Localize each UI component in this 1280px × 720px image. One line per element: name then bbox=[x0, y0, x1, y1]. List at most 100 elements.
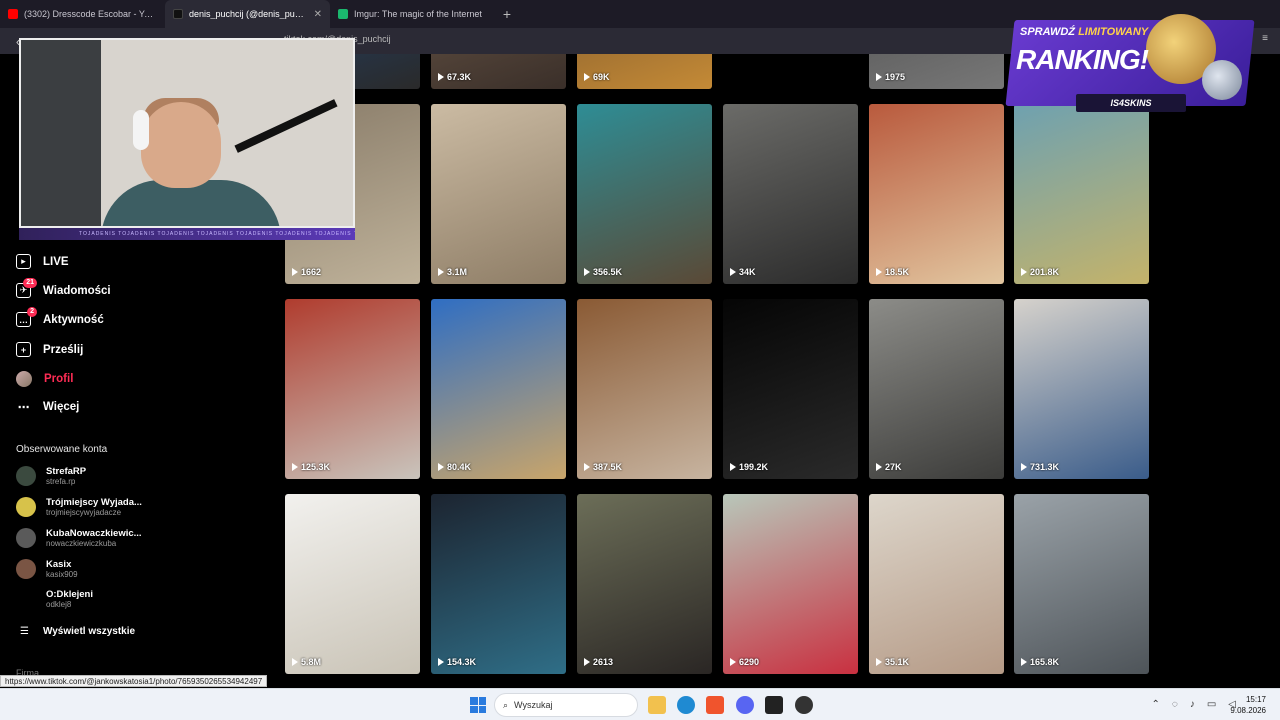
view-count: 27K bbox=[876, 462, 902, 472]
followed-account[interactable]: O:Dklejeni odklej8 bbox=[16, 589, 93, 609]
avatar bbox=[16, 497, 36, 517]
sidebar-item-upload[interactable]: + Prześlij bbox=[16, 342, 83, 357]
play-icon bbox=[438, 463, 444, 471]
sidebar-item-activity[interactable]: … 2 Aktywność bbox=[16, 307, 104, 327]
headphones-icon bbox=[133, 110, 149, 150]
video-tile[interactable]: 1975 bbox=[869, 54, 1004, 89]
display-icon[interactable]: ▭ bbox=[1207, 699, 1216, 710]
windows-start-icon[interactable] bbox=[470, 697, 486, 713]
view-count: 35.1K bbox=[876, 657, 909, 667]
play-icon bbox=[584, 73, 590, 81]
view-count: 387.5K bbox=[584, 462, 622, 472]
activity-icon: … 2 bbox=[16, 307, 37, 327]
video-tile[interactable]: 125.3K bbox=[285, 299, 420, 479]
more-icon: ⋯ bbox=[17, 402, 30, 414]
menu-icon[interactable]: ≡ bbox=[1258, 33, 1272, 47]
sidebar-item-more[interactable]: ⋯ Więcej bbox=[16, 400, 80, 414]
sidebar-item-profile[interactable]: Profil bbox=[16, 371, 73, 387]
mic-icon[interactable]: ♪ bbox=[1190, 699, 1195, 710]
view-count: 6290 bbox=[730, 657, 759, 667]
video-tile[interactable]: 2613 bbox=[577, 494, 712, 674]
sidebar-item-live[interactable]: ▸ LIVE bbox=[16, 254, 69, 269]
ad-line-1: SPRAWDŹ LIMITOWANY bbox=[1020, 26, 1149, 38]
video-tile[interactable]: 154.3K bbox=[431, 494, 566, 674]
followed-account[interactable]: KubaNowaczkiewic... nowaczkiewiczkuba bbox=[16, 528, 142, 548]
view-count-text: 80.4K bbox=[447, 462, 472, 472]
account-handle: kasix909 bbox=[46, 570, 78, 579]
sidebar-item-label: Więcej bbox=[43, 401, 80, 413]
chevron-up-icon[interactable]: ⌃ bbox=[1152, 699, 1160, 710]
followed-account[interactable]: Kasix kasix909 bbox=[16, 559, 78, 579]
sidebar-item-label: LIVE bbox=[43, 255, 69, 268]
view-count: 18.5K bbox=[876, 267, 909, 277]
play-icon bbox=[730, 268, 736, 276]
play-icon bbox=[876, 658, 882, 666]
video-grid: 185.6K67.3K69K197516623.1M356.5K34K18.5K… bbox=[285, 54, 1155, 686]
view-count: 34K bbox=[730, 267, 756, 277]
link-status-url: https://www.tiktok.com/@jankowskatosia1/… bbox=[0, 675, 268, 687]
view-count-text: 165.8K bbox=[1030, 657, 1060, 667]
video-tile[interactable]: 201.8K bbox=[1014, 104, 1149, 284]
video-tile[interactable]: 356.5K bbox=[577, 104, 712, 284]
followed-account[interactable]: Trójmiejscy Wyjada... trojmiejscywyjadacz… bbox=[16, 497, 142, 517]
video-tile[interactable]: 199.2K bbox=[723, 299, 858, 479]
followed-account[interactable]: StrefaRP strefa.rp bbox=[16, 466, 86, 486]
taskbar-search[interactable]: ⌕ Wyszukaj bbox=[494, 693, 638, 717]
tab-imgur[interactable]: Imgur: The magic of the Internet bbox=[330, 0, 495, 28]
account-name: O:Dklejeni bbox=[46, 589, 93, 600]
tab-title: denis_puchcij (@denis_puchcij) | TikTok bbox=[189, 9, 308, 19]
new-tab-button[interactable]: + bbox=[495, 6, 519, 22]
tab-youtube[interactable]: (3302) Dresscode Escobar - YouTube bbox=[0, 0, 165, 28]
account-handle: nowaczkiewiczkuba bbox=[46, 539, 117, 548]
video-tile[interactable]: 5.8M bbox=[285, 494, 420, 674]
messages-icon: ✈ 21 bbox=[16, 278, 37, 298]
play-icon bbox=[292, 658, 298, 666]
view-count: 165.8K bbox=[1021, 657, 1059, 667]
file-explorer-icon[interactable] bbox=[648, 696, 666, 714]
video-tile[interactable]: 34K bbox=[723, 104, 858, 284]
view-count-text: 356.5K bbox=[593, 267, 623, 277]
close-tab-icon[interactable]: ✕ bbox=[314, 9, 322, 20]
video-tile[interactable]: 80.4K bbox=[431, 299, 566, 479]
youtube-icon bbox=[8, 9, 18, 19]
view-count: 356.5K bbox=[584, 267, 622, 277]
view-count: 1662 bbox=[292, 267, 321, 277]
video-tile[interactable]: 35.1K bbox=[869, 494, 1004, 674]
video-tile[interactable]: 18.5K bbox=[869, 104, 1004, 284]
obs-icon[interactable] bbox=[795, 696, 813, 714]
video-tile[interactable]: 6290 bbox=[723, 494, 858, 674]
brave-icon[interactable] bbox=[706, 696, 724, 714]
play-icon bbox=[1021, 658, 1027, 666]
network-icon[interactable]: ◌ bbox=[1172, 699, 1178, 710]
play-icon bbox=[584, 268, 590, 276]
discord-icon[interactable] bbox=[736, 696, 754, 714]
show-all-label: Wyświetl wszystkie bbox=[42, 626, 136, 637]
tab-tiktok[interactable]: denis_puchcij (@denis_puchcij) | TikTok … bbox=[165, 0, 330, 28]
view-count: 154.3K bbox=[438, 657, 476, 667]
streamer-webcam bbox=[19, 38, 355, 228]
video-tile[interactable]: 387.5K bbox=[577, 299, 712, 479]
video-tile[interactable]: 27K bbox=[869, 299, 1004, 479]
video-tile[interactable]: 165.8K bbox=[1014, 494, 1149, 674]
video-tile[interactable]: 67.3K bbox=[431, 54, 566, 89]
play-icon bbox=[584, 463, 590, 471]
webcam-banner: TOJADENIS TOJADENIS TOJADENIS TOJADENIS … bbox=[19, 228, 355, 240]
video-tile[interactable]: 731.3K bbox=[1014, 299, 1149, 479]
sidebar-item-messages[interactable]: ✈ 21 Wiadomości bbox=[16, 278, 111, 298]
show-all-button[interactable]: ☰ Wyświetl wszystkie bbox=[20, 626, 135, 637]
view-count: 201.8K bbox=[1021, 267, 1059, 277]
video-tile[interactable]: 3.1M bbox=[431, 104, 566, 284]
play-icon bbox=[876, 73, 882, 81]
app-icon[interactable] bbox=[765, 696, 783, 714]
windows-taskbar: ⌕ Wyszukaj ⌃ ◌ ♪ ▭ ◁ 15:17 9.08.2026 bbox=[0, 688, 1280, 720]
account-handle: trojmiejscywyjadacze bbox=[46, 508, 122, 517]
taskbar-clock[interactable]: 15:17 9.08.2026 bbox=[1230, 694, 1266, 716]
view-count-text: 27K bbox=[885, 462, 902, 472]
view-count-text: 731.3K bbox=[1030, 462, 1060, 472]
video-tile[interactable]: 69K bbox=[577, 54, 712, 89]
view-count-text: 125.3K bbox=[301, 462, 331, 472]
view-count-text: 69K bbox=[593, 72, 610, 82]
edge-icon[interactable] bbox=[677, 696, 695, 714]
sidebar-item-label: Profil bbox=[44, 373, 74, 385]
play-icon bbox=[292, 268, 298, 276]
